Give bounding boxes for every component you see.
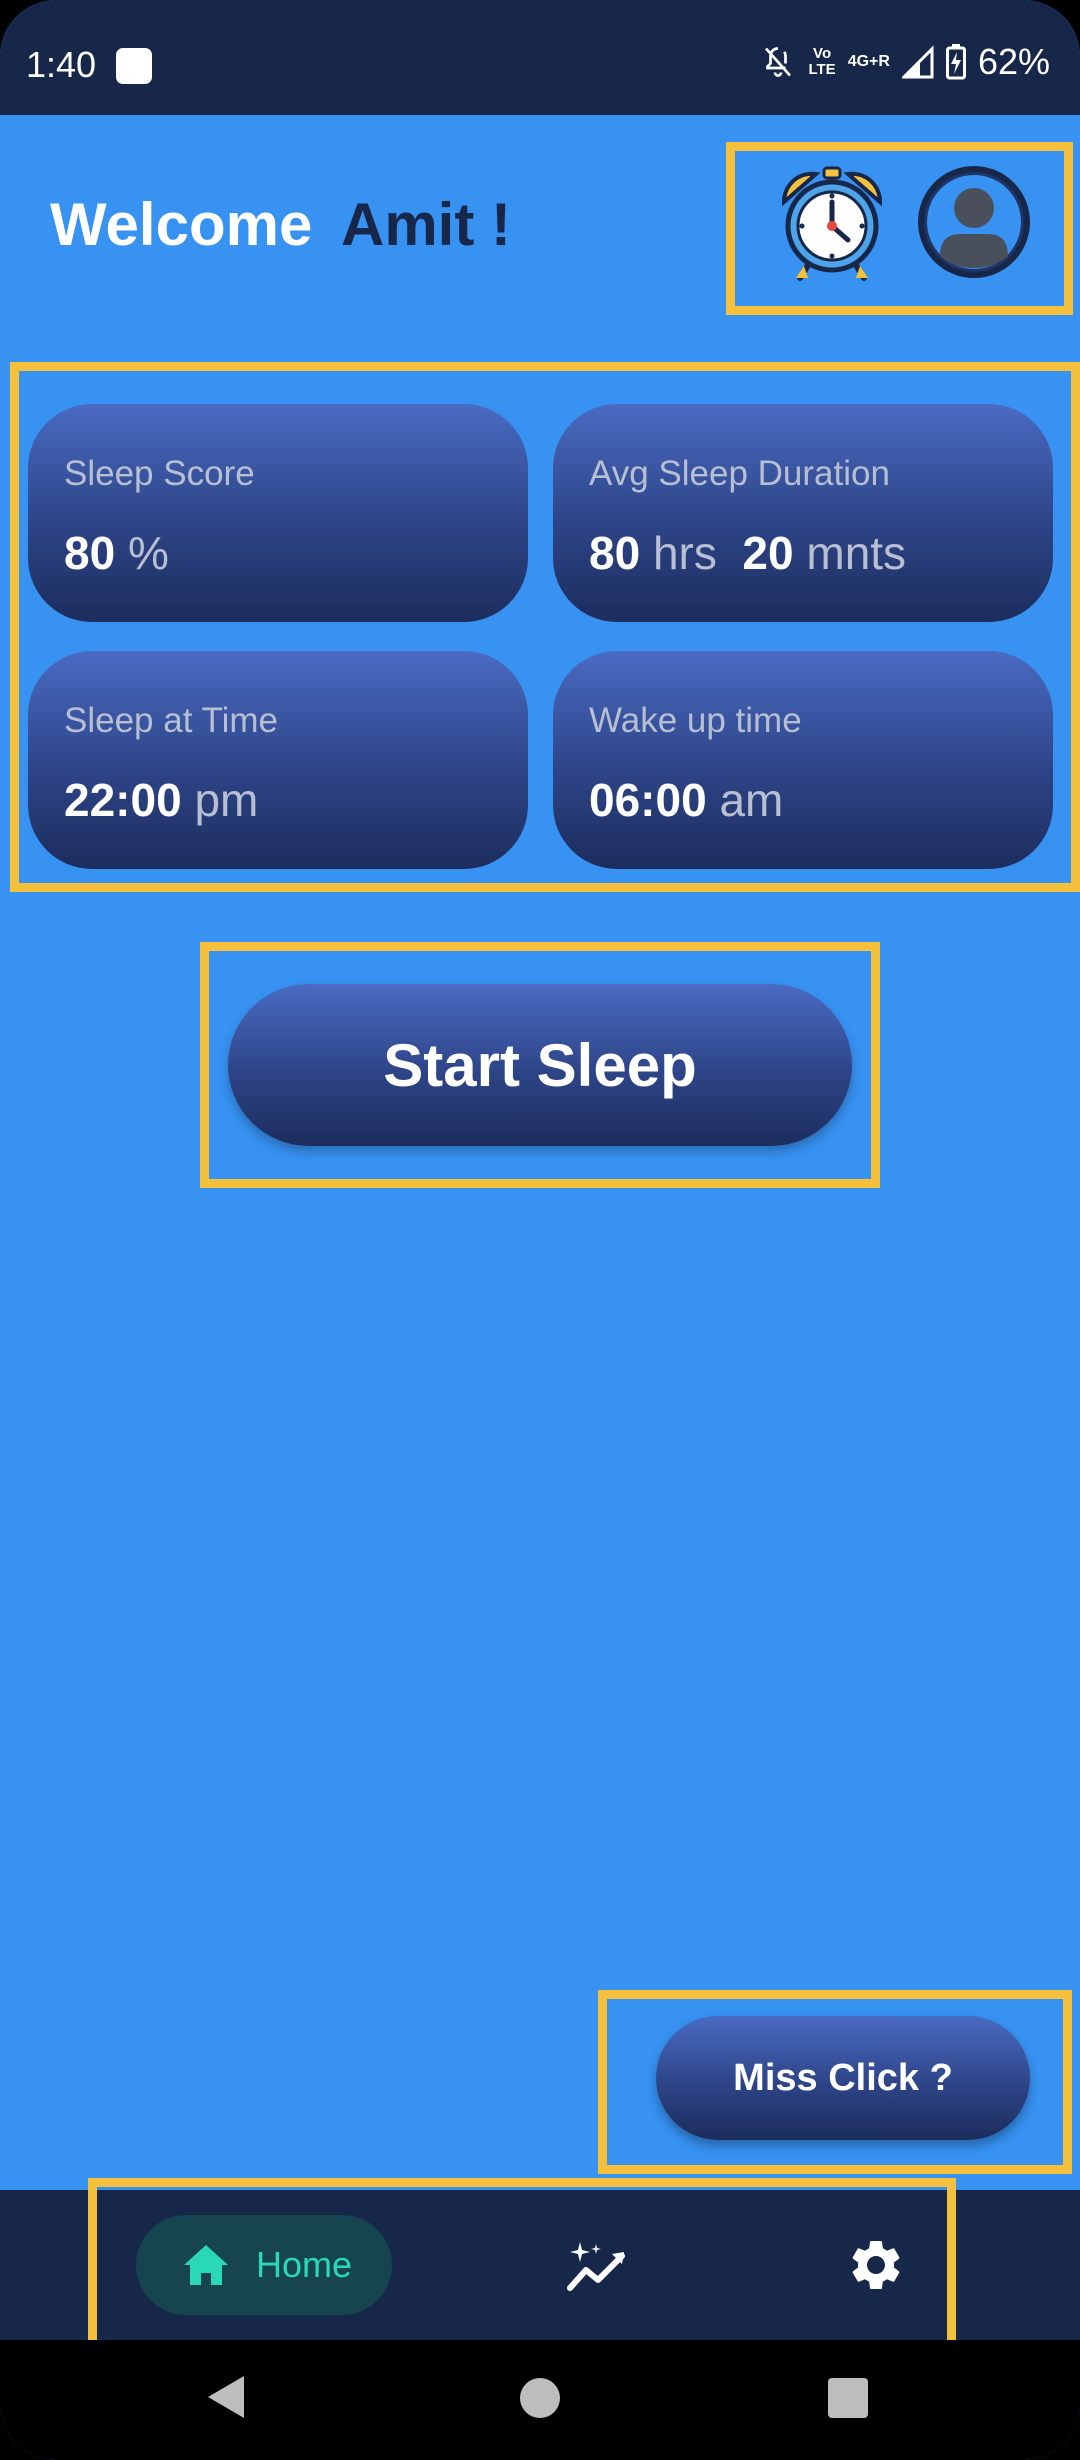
status-icons: Vo LTE 4G+R 62% <box>760 41 1050 82</box>
sleep-time-value: 22:00 pm <box>64 774 259 826</box>
battery-percentage: 62% <box>977 41 1050 82</box>
avg-sleep-duration-card[interactable]: Avg Sleep Duration 80 hrs 20 mnts <box>553 404 1053 622</box>
sleep-score-value: 80 % <box>64 527 169 579</box>
status-bar: 1:40 Vo LTE 4G+R 62% <box>0 0 1080 115</box>
system-navigation-bar <box>0 2340 1080 2460</box>
sleep-time-card[interactable]: Sleep at Time 22:00 pm <box>28 651 528 869</box>
user-name: Amit ! <box>341 191 511 258</box>
bottom-nav-highlight <box>88 2178 956 2362</box>
avg-sleep-duration-value: 80 hrs 20 mnts <box>589 527 907 579</box>
network-type: 4G+R <box>847 53 890 70</box>
app-screen: 1:40 Vo LTE 4G+R 62% Welcome Amit ! Slee… <box>0 0 1080 2460</box>
wake-time-title: Wake up time <box>589 701 802 740</box>
home-circle-icon[interactable] <box>520 2378 560 2418</box>
welcome-label: Welcome <box>50 191 313 258</box>
welcome-heading: Welcome Amit ! <box>50 190 511 259</box>
recents-icon[interactable] <box>828 2378 868 2418</box>
user-avatar-icon[interactable] <box>916 164 1032 280</box>
signal-icon <box>901 45 934 79</box>
volte-indicator: Vo LTE <box>808 45 836 78</box>
alarm-clock-icon[interactable] <box>774 162 890 282</box>
sleep-score-title: Sleep Score <box>64 454 255 493</box>
avg-sleep-duration-title: Avg Sleep Duration <box>589 454 890 493</box>
notification-icon <box>116 48 152 84</box>
sleep-score-card[interactable]: Sleep Score 80 % <box>28 404 528 622</box>
status-time: 1:40 <box>26 44 97 85</box>
wake-time-value: 06:00 am <box>589 774 784 826</box>
start-sleep-button[interactable]: Start Sleep <box>228 984 852 1146</box>
sleep-time-title: Sleep at Time <box>64 701 278 740</box>
back-icon[interactable] <box>206 2374 246 2420</box>
wake-time-card[interactable]: Wake up time 06:00 am <box>553 651 1053 869</box>
battery-charging-icon <box>945 44 966 80</box>
miss-click-button[interactable]: Miss Click ? <box>656 2016 1030 2140</box>
bell-off-icon <box>765 47 792 77</box>
